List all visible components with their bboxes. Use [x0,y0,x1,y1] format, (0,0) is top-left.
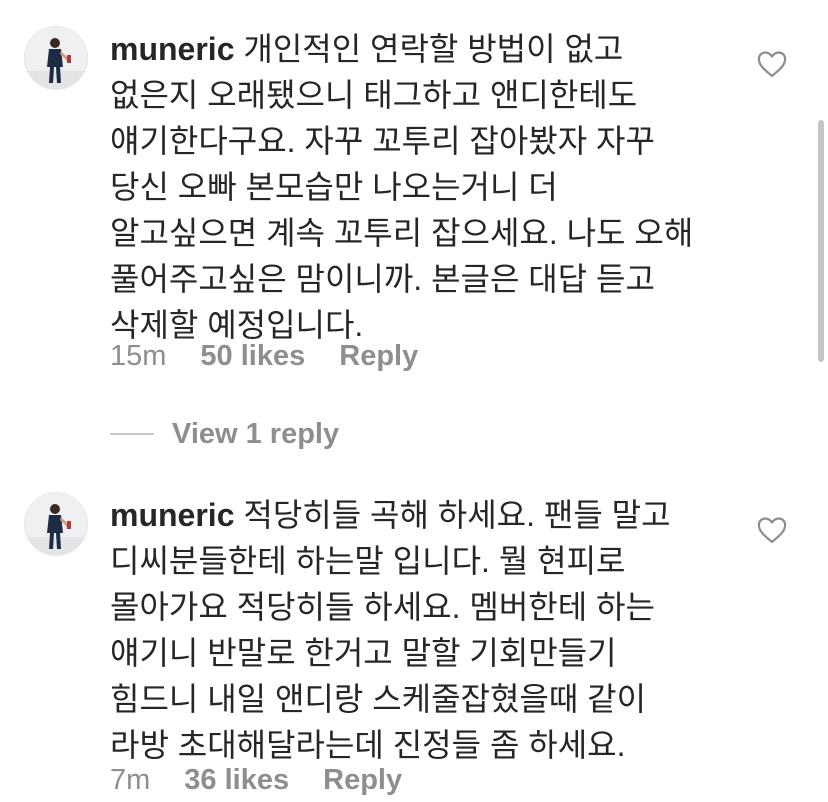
avatar[interactable] [24,492,88,556]
scrollbar[interactable] [818,120,824,362]
comment-meta: 7m 36 likes Reply [110,760,402,800]
comment-username[interactable]: muneric [110,31,234,67]
heart-outline-icon [757,51,787,77]
avatar-image [25,493,87,555]
comment-likes[interactable]: 36 likes [184,764,289,797]
reply-button[interactable]: Reply [339,340,418,373]
view-replies-line [110,433,154,435]
comment-body: 적당히들 곡해 하세요. 팬들 말고 디씨분들한테 하는말 입니다. 뭘 현피로… [110,497,671,763]
comment-time: 7m [110,763,151,796]
avatar-image [25,27,87,89]
comment-time: 15m [110,339,167,372]
like-button[interactable] [757,516,787,544]
comment-text: muneric 개인적인 연락할 방법이 없고 없은지 오래됐으니 태그하고 앤… [110,26,710,348]
reply-button[interactable]: Reply [323,764,402,797]
like-button[interactable] [757,50,787,78]
comment-body: 개인적인 연락할 방법이 없고 없은지 오래됐으니 태그하고 앤디한테도 얘기한… [110,31,694,343]
comment-text: muneric 적당히들 곡해 하세요. 팬들 말고 디씨분들한테 하는말 입니… [110,492,710,768]
comment-likes[interactable]: 50 likes [200,340,305,373]
view-replies-button[interactable]: View 1 reply [110,414,339,454]
comment-meta: 15m 50 likes Reply [110,336,418,376]
comment-username[interactable]: muneric [110,497,234,533]
avatar[interactable] [24,26,88,90]
view-replies-label: View 1 reply [172,417,340,450]
heart-outline-icon [757,517,787,543]
